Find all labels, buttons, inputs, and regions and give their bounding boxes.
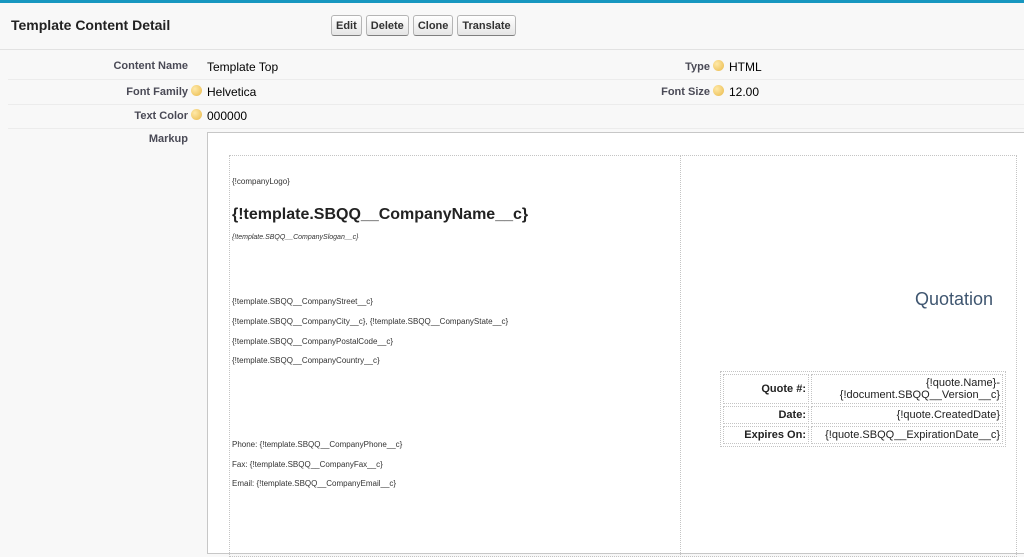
table-row: Expires On: {!quote.SBQQ__ExpirationDate… — [723, 426, 1003, 444]
expires-on-label: Expires On: — [723, 426, 809, 444]
company-postal: {!template.SBQQ__CompanyPostalCode__c} — [232, 337, 393, 346]
help-icon[interactable] — [191, 85, 202, 96]
font-size-label: Font Size — [661, 86, 710, 98]
help-icon[interactable] — [191, 109, 202, 120]
company-city-state: {!template.SBQQ__CompanyCity__c}, {!temp… — [232, 317, 509, 326]
expires-on-value: {!quote.SBQQ__ExpirationDate__c} — [811, 426, 1003, 444]
quote-name-field: {!quote.Name}- — [926, 377, 1000, 389]
button-bar: Edit Delete Clone Translate — [331, 15, 516, 36]
company-fax: Fax: {!template.SBQQ__CompanyFax__c} — [232, 460, 383, 469]
table-row: Quote #: {!quote.Name}- {!document.SBQQ_… — [723, 374, 1003, 404]
clone-button[interactable]: Clone — [412, 15, 454, 36]
quote-info-table: Quote #: {!quote.Name}- {!document.SBQQ_… — [720, 371, 1006, 447]
type-value: HTML — [729, 60, 762, 74]
font-size-label-wrap: Font Size — [600, 85, 724, 98]
page-title: Template Content Detail — [11, 17, 171, 33]
company-slogan: {!template.SBQQ__CompanySlogan__c} — [232, 234, 359, 241]
text-color-label-wrap: Text Color — [60, 109, 202, 122]
company-logo-placeholder: {!companyLogo} — [232, 177, 290, 186]
company-email: Email: {!template.SBQQ__CompanyEmail__c} — [232, 479, 397, 488]
content-name-label: Content Name — [113, 60, 188, 72]
company-street: {!template.SBQQ__CompanyStreet__c} — [232, 297, 373, 306]
quote-number-label: Quote #: — [723, 374, 809, 404]
font-family-value: Helvetica — [207, 85, 257, 99]
font-family-label: Font Family — [126, 86, 188, 98]
company-country: {!template.SBQQ__CompanyCountry__c} — [232, 356, 380, 365]
document-version-field: {!document.SBQQ__Version__c} — [839, 389, 1000, 401]
type-label: Type — [685, 61, 710, 73]
date-value: {!quote.CreatedDate} — [811, 406, 1003, 424]
font-family-label-wrap: Font Family — [60, 85, 202, 98]
date-label: Date: — [723, 406, 809, 424]
translate-button[interactable]: Translate — [457, 15, 516, 36]
table-row: Date: {!quote.CreatedDate} — [723, 406, 1003, 424]
preview-right-cell — [680, 155, 1017, 557]
font-size-value: 12.00 — [729, 85, 760, 99]
company-phone: Phone: {!template.SBQQ__CompanyPhone__c} — [232, 440, 403, 449]
content-name-value: Template Top — [207, 60, 279, 74]
help-icon[interactable] — [713, 85, 724, 96]
company-name: {!template.SBQQ__CompanyName__c} — [232, 206, 529, 223]
page-block-header: Template Content Detail Edit Delete Clon… — [0, 3, 1024, 50]
quotation-heading: Quotation — [915, 289, 994, 309]
text-color-value: 000000 — [207, 109, 248, 123]
type-label-wrap: Type — [600, 60, 724, 73]
quote-number-value: {!quote.Name}- {!document.SBQQ__Version_… — [811, 374, 1003, 404]
edit-button[interactable]: Edit — [331, 15, 362, 36]
help-icon[interactable] — [713, 60, 724, 71]
markup-label: Markup — [148, 133, 188, 145]
delete-button[interactable]: Delete — [365, 15, 409, 36]
text-color-label: Text Color — [134, 110, 188, 122]
